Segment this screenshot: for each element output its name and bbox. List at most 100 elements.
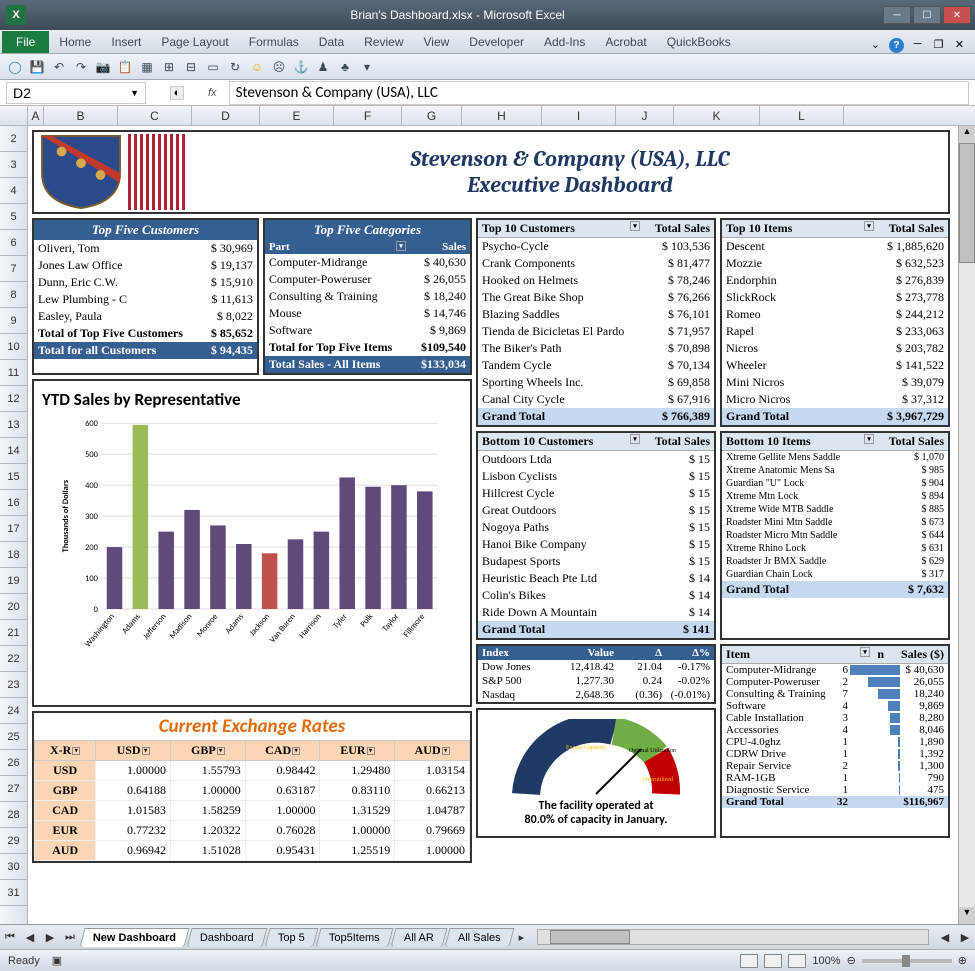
qat-save-icon[interactable]: 💾 [28, 58, 46, 76]
row-header-13[interactable]: 13 [0, 412, 27, 438]
row-header-11[interactable]: 11 [0, 360, 27, 386]
page-break-view-icon[interactable] [788, 954, 806, 968]
close-button[interactable]: ✕ [943, 6, 971, 24]
row-header-3[interactable]: 3 [0, 152, 27, 178]
col-header-C[interactable]: C [118, 106, 192, 125]
hscroll-thumb[interactable] [550, 930, 630, 944]
row-header-16[interactable]: 16 [0, 490, 27, 516]
row-header-22[interactable]: 22 [0, 646, 27, 672]
col-header-G[interactable]: G [402, 106, 462, 125]
filter-icon[interactable]: ▾ [396, 241, 406, 251]
qat-person-icon[interactable]: ♟ [314, 58, 332, 76]
macro-record-icon[interactable]: ▣ [52, 954, 62, 967]
ribbon-tab-view[interactable]: View [414, 31, 460, 53]
qat-redo-icon[interactable]: ↷ [72, 58, 90, 76]
page-layout-view-icon[interactable] [764, 954, 782, 968]
filter-icon[interactable]: ▾ [864, 221, 874, 231]
ribbon-tab-formulas[interactable]: Formulas [239, 31, 309, 53]
hscroll-right-icon[interactable]: ▶ [956, 928, 974, 946]
row-header-21[interactable]: 21 [0, 620, 27, 646]
row-header-14[interactable]: 14 [0, 438, 27, 464]
insert-function-icon[interactable]: ◐ [170, 86, 185, 100]
row-header-7[interactable]: 7 [0, 256, 27, 282]
sheet-tab-all-ar[interactable]: All AR [390, 928, 447, 947]
row-header-12[interactable]: 12 [0, 386, 27, 412]
zoom-in-icon[interactable]: ⊕ [958, 954, 967, 967]
row-header-19[interactable]: 19 [0, 568, 27, 594]
qat-refresh-icon[interactable]: ↻ [226, 58, 244, 76]
col-header-L[interactable]: L [760, 106, 844, 125]
row-header-31[interactable]: 31 [0, 880, 27, 906]
select-all-corner[interactable] [0, 106, 28, 125]
worksheet[interactable]: Stevenson & Company (USA), LLC Executive… [28, 126, 958, 924]
sheet-tab-top-5[interactable]: Top 5 [264, 928, 318, 947]
ribbon-tab-developer[interactable]: Developer [459, 31, 534, 53]
row-header-20[interactable]: 20 [0, 594, 27, 620]
col-header-D[interactable]: D [192, 106, 260, 125]
doc-minimize-icon[interactable]: ─ [910, 38, 925, 53]
col-header-A[interactable]: A [28, 106, 44, 125]
row-header-2[interactable]: 2 [0, 126, 27, 152]
row-header-28[interactable]: 28 [0, 802, 27, 828]
row-header-5[interactable]: 5 [0, 204, 27, 230]
row-header-29[interactable]: 29 [0, 828, 27, 854]
row-header-24[interactable]: 24 [0, 698, 27, 724]
row-header-8[interactable]: 8 [0, 282, 27, 308]
qat-tree-icon[interactable]: ♣ [336, 58, 354, 76]
last-sheet-icon[interactable]: ⏭ [61, 928, 79, 946]
qat-undo-icon[interactable]: ↶ [50, 58, 68, 76]
filter-icon[interactable]: ▾ [630, 434, 640, 444]
first-sheet-icon[interactable]: ⏮ [1, 928, 19, 946]
scroll-thumb[interactable] [959, 143, 975, 263]
help-icon[interactable]: ? [889, 38, 904, 53]
sheet-tab-all-sales[interactable]: All Sales [444, 928, 514, 947]
ribbon-tab-add-ins[interactable]: Add-Ins [534, 31, 595, 53]
ribbon-tab-quickbooks[interactable]: QuickBooks [657, 31, 741, 53]
qat-new-icon[interactable]: ◯ [6, 58, 24, 76]
file-tab[interactable]: File [2, 31, 49, 53]
fx-label[interactable]: fx [208, 87, 217, 99]
qat-paste-icon[interactable]: 📋 [116, 58, 134, 76]
row-header-23[interactable]: 23 [0, 672, 27, 698]
sheet-tab-new-dashboard[interactable]: New Dashboard [79, 928, 189, 947]
row-header-27[interactable]: 27 [0, 776, 27, 802]
sheet-tab-dashboard[interactable]: Dashboard [187, 928, 268, 947]
ribbon-tab-home[interactable]: Home [49, 31, 101, 53]
filter-icon[interactable]: ▾ [860, 647, 870, 657]
col-header-E[interactable]: E [260, 106, 334, 125]
col-header-F[interactable]: F [334, 106, 402, 125]
ribbon-tab-review[interactable]: Review [354, 31, 413, 53]
ribbon-tab-data[interactable]: Data [309, 31, 354, 53]
qat-smiley-icon[interactable]: ☺ [248, 58, 266, 76]
row-header-15[interactable]: 15 [0, 464, 27, 490]
row-header-17[interactable]: 17 [0, 516, 27, 542]
col-header-I[interactable]: I [542, 106, 616, 125]
qat-anchor-icon[interactable]: ⚓ [292, 58, 310, 76]
qat-camera-icon[interactable]: 📷 [94, 58, 112, 76]
col-header-J[interactable]: J [616, 106, 674, 125]
ribbon-tab-page-layout[interactable]: Page Layout [151, 31, 238, 53]
qat-grid2-icon[interactable]: ⊟ [182, 58, 200, 76]
qat-calc-icon[interactable]: ▦ [138, 58, 156, 76]
vertical-scrollbar[interactable]: ▲ ▼ [958, 126, 975, 924]
maximize-button[interactable]: ☐ [913, 6, 941, 24]
customize-icon[interactable]: ⌄ [868, 38, 883, 53]
ribbon-tab-acrobat[interactable]: Acrobat [595, 31, 656, 53]
doc-restore-icon[interactable]: ❐ [931, 38, 946, 53]
normal-view-icon[interactable] [740, 954, 758, 968]
zoom-out-icon[interactable]: ⊖ [847, 954, 856, 967]
doc-close-icon[interactable]: ✕ [952, 38, 967, 53]
minimize-button[interactable]: ─ [883, 6, 911, 24]
row-header-4[interactable]: 4 [0, 178, 27, 204]
row-header-26[interactable]: 26 [0, 750, 27, 776]
next-sheet-icon[interactable]: ▶ [41, 928, 59, 946]
qat-sheet-icon[interactable]: ▭ [204, 58, 222, 76]
scroll-down-icon[interactable]: ▼ [959, 907, 975, 924]
qat-dropdown-icon[interactable]: ▾ [358, 58, 376, 76]
zoom-level[interactable]: 100% [812, 955, 840, 967]
row-header-18[interactable]: 18 [0, 542, 27, 568]
scroll-up-icon[interactable]: ▲ [959, 126, 975, 143]
row-header-9[interactable]: 9 [0, 308, 27, 334]
horizontal-scrollbar[interactable] [537, 929, 929, 945]
prev-sheet-icon[interactable]: ◀ [21, 928, 39, 946]
